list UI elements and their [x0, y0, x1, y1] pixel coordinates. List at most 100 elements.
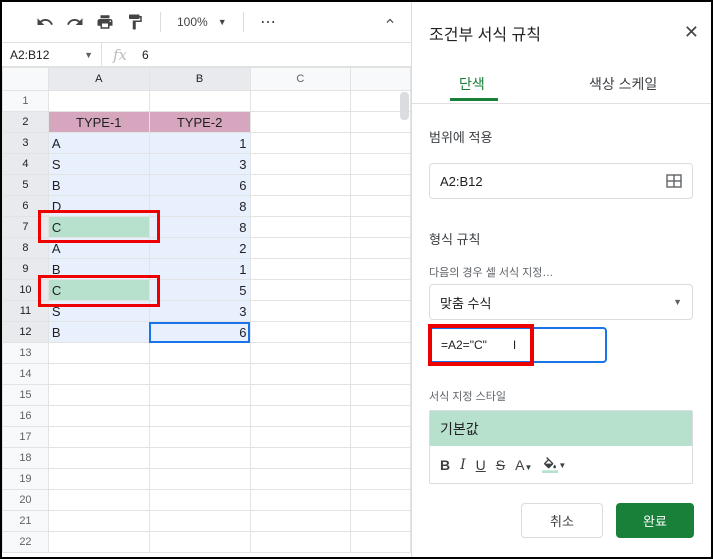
tab-single-color[interactable]: 단색: [459, 74, 485, 94]
cell-d[interactable]: [350, 489, 411, 511]
cell-d[interactable]: [350, 342, 411, 364]
cell-b[interactable]: 6: [148, 174, 251, 196]
cell-d[interactable]: [350, 363, 411, 385]
cell-d[interactable]: [350, 132, 411, 154]
cell-c[interactable]: [249, 531, 352, 553]
row-header[interactable]: 22: [2, 531, 49, 553]
bold-button[interactable]: B: [440, 457, 450, 473]
cell-a[interactable]: B: [47, 321, 150, 343]
cell-c[interactable]: [249, 153, 352, 175]
column-header-c[interactable]: C: [249, 67, 352, 91]
cell-d[interactable]: [350, 258, 411, 280]
cell-b[interactable]: [148, 531, 251, 553]
cell-b[interactable]: [148, 510, 251, 532]
cell-d[interactable]: [350, 216, 411, 238]
cell-a[interactable]: [47, 531, 150, 553]
formula-input[interactable]: 6: [138, 48, 149, 62]
cell-c[interactable]: [249, 111, 352, 133]
cell-d[interactable]: [350, 426, 411, 448]
row-header[interactable]: 21: [2, 510, 49, 532]
cell-d[interactable]: [350, 510, 411, 532]
cell-c[interactable]: [249, 405, 352, 427]
cell-c[interactable]: [249, 216, 352, 238]
cell-b[interactable]: 1: [148, 132, 251, 154]
cell-d[interactable]: [350, 384, 411, 406]
cell-a[interactable]: B: [47, 174, 150, 196]
paint-format-icon[interactable]: [122, 9, 148, 35]
italic-button[interactable]: I: [460, 457, 466, 473]
row-header[interactable]: 3: [2, 132, 49, 154]
cell-d[interactable]: [350, 531, 411, 553]
close-icon[interactable]: ✕: [684, 22, 699, 43]
collapse-toolbar-icon[interactable]: [379, 10, 401, 32]
cell-a[interactable]: [47, 426, 150, 448]
cell-c[interactable]: [249, 447, 352, 469]
row-header[interactable]: 17: [2, 426, 49, 448]
cell-c[interactable]: [249, 237, 352, 259]
cell-d[interactable]: [350, 447, 411, 469]
style-preview[interactable]: 기본값: [430, 411, 692, 446]
cancel-button[interactable]: 취소: [521, 503, 603, 538]
cell-d[interactable]: [350, 321, 411, 343]
row-header[interactable]: 18: [2, 447, 49, 469]
cell-d[interactable]: [350, 405, 411, 427]
row-header[interactable]: 13: [2, 342, 49, 364]
redo-icon[interactable]: [62, 9, 88, 35]
cell-a[interactable]: [47, 90, 150, 112]
zoom-select[interactable]: 100% ▼: [173, 15, 231, 29]
range-input[interactable]: A2:B12: [429, 163, 693, 199]
cell-a[interactable]: [47, 468, 150, 490]
more-options-icon[interactable]: ⋯: [256, 9, 282, 35]
grid-select-icon[interactable]: [666, 173, 682, 189]
cell-b[interactable]: 5: [148, 279, 251, 301]
cell-a[interactable]: [47, 342, 150, 364]
print-icon[interactable]: [92, 9, 118, 35]
row-header[interactable]: 20: [2, 489, 49, 511]
underline-button[interactable]: U: [476, 457, 486, 473]
column-header-b[interactable]: B: [148, 67, 251, 91]
cell-a[interactable]: [47, 405, 150, 427]
row-header[interactable]: 1: [2, 90, 49, 112]
cell-c[interactable]: [249, 384, 352, 406]
cell-b[interactable]: [148, 384, 251, 406]
cell-b[interactable]: [148, 426, 251, 448]
cell-b[interactable]: TYPE-2: [148, 111, 251, 133]
cell-c[interactable]: [249, 363, 352, 385]
cell-c[interactable]: [249, 195, 352, 217]
row-header[interactable]: 14: [2, 363, 49, 385]
cell-b[interactable]: [148, 342, 251, 364]
cell-c[interactable]: [249, 342, 352, 364]
cell-b[interactable]: 3: [148, 300, 251, 322]
cell-b[interactable]: [148, 405, 251, 427]
cell-d[interactable]: [350, 174, 411, 196]
row-header[interactable]: 12: [2, 321, 49, 343]
cell-a[interactable]: [47, 510, 150, 532]
cell-b[interactable]: [148, 447, 251, 469]
row-header[interactable]: 5: [2, 174, 49, 196]
cell-b[interactable]: 3: [148, 153, 251, 175]
cell-b[interactable]: 8: [148, 195, 251, 217]
cell-b[interactable]: [148, 90, 251, 112]
row-header[interactable]: 2: [2, 111, 49, 133]
cell-b[interactable]: [148, 489, 251, 511]
cell-c[interactable]: [249, 426, 352, 448]
cell-b[interactable]: [148, 468, 251, 490]
cell-c[interactable]: [249, 510, 352, 532]
tab-color-scale[interactable]: 색상 스케일: [589, 74, 657, 94]
corner-cell[interactable]: [2, 67, 49, 91]
cell-b[interactable]: 2: [148, 237, 251, 259]
cell-d[interactable]: [350, 195, 411, 217]
cell-a[interactable]: [47, 447, 150, 469]
vertical-scrollbar[interactable]: [400, 92, 409, 120]
cell-d[interactable]: [350, 237, 411, 259]
condition-select[interactable]: 맞춤 수식 ▼: [429, 284, 693, 320]
strikethrough-button[interactable]: S: [496, 457, 505, 473]
cell-c[interactable]: [249, 489, 352, 511]
cell-d[interactable]: [350, 468, 411, 490]
cell-a[interactable]: [47, 363, 150, 385]
cell-c[interactable]: [249, 174, 352, 196]
cell-c[interactable]: [249, 321, 352, 343]
cell-c[interactable]: [249, 258, 352, 280]
name-box[interactable]: A2:B12 ▼: [2, 43, 102, 66]
row-header[interactable]: 4: [2, 153, 49, 175]
